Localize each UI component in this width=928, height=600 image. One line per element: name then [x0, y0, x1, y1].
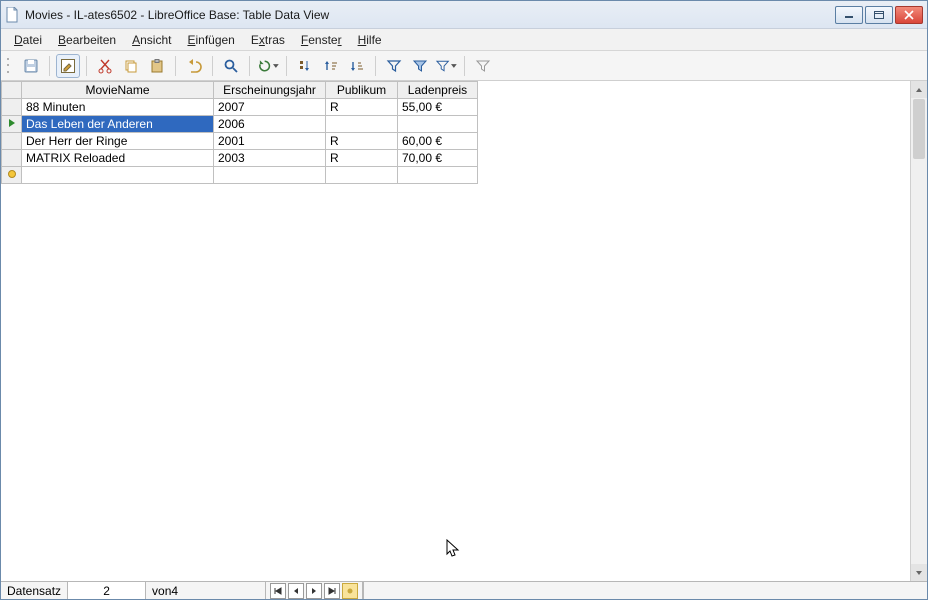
cell-moviename[interactable] — [22, 167, 214, 184]
cell-publikum[interactable]: R — [326, 150, 398, 167]
column-header-erscheinungsjahr[interactable]: Erscheinungsjahr — [214, 82, 326, 99]
menu-fenster[interactable]: Fenster — [294, 31, 349, 49]
scroll-down-button[interactable] — [911, 564, 927, 581]
maximize-button[interactable] — [865, 6, 893, 24]
table-row[interactable]: 88 Minuten 2007 R 55,00 € — [2, 99, 478, 116]
new-row-icon — [7, 169, 17, 179]
sort-dialog-button[interactable] — [293, 54, 317, 78]
menu-bearbeiten[interactable]: Bearbeiten — [51, 31, 123, 49]
save-button[interactable] — [19, 54, 43, 78]
next-record-button[interactable] — [306, 583, 322, 599]
cell-moviename[interactable]: MATRIX Reloaded — [22, 150, 214, 167]
row-marker-current[interactable] — [2, 116, 22, 133]
menu-extras[interactable]: Extras — [244, 31, 292, 49]
corner-cell[interactable] — [2, 82, 22, 99]
separator — [86, 56, 87, 76]
scroll-thumb[interactable] — [913, 99, 925, 159]
cell-year[interactable]: 2001 — [214, 133, 326, 150]
record-number-input[interactable]: 2 — [68, 582, 146, 599]
mouse-cursor-icon — [446, 539, 462, 559]
autofilter-button[interactable] — [382, 54, 406, 78]
cell-price[interactable]: 55,00 € — [398, 99, 478, 116]
cell-year[interactable] — [214, 167, 326, 184]
cut-button[interactable] — [93, 54, 117, 78]
table-row[interactable]: Der Herr der Ringe 2001 R 60,00 € — [2, 133, 478, 150]
sort-asc-button[interactable] — [319, 54, 343, 78]
column-header-ladenpreis[interactable]: Ladenpreis — [398, 82, 478, 99]
table-row[interactable]: MATRIX Reloaded 2003 R 70,00 € — [2, 150, 478, 167]
menu-hilfe[interactable]: Hilfe — [351, 31, 389, 49]
app-window: Movies - IL-ates6502 - LibreOffice Base:… — [0, 0, 928, 600]
row-marker[interactable] — [2, 150, 22, 167]
undo-button[interactable] — [182, 54, 206, 78]
cell-year[interactable]: 2003 — [214, 150, 326, 167]
row-marker[interactable] — [2, 133, 22, 150]
last-record-button[interactable] — [324, 583, 340, 599]
new-record-row[interactable] — [2, 167, 478, 184]
table-row[interactable]: Das Leben der Anderen 2006 — [2, 116, 478, 133]
cell-moviename[interactable]: 88 Minuten — [22, 99, 214, 116]
document-icon — [5, 7, 19, 23]
titlebar: Movies - IL-ates6502 - LibreOffice Base:… — [1, 1, 927, 29]
separator — [464, 56, 465, 76]
current-row-icon — [7, 118, 17, 128]
separator — [249, 56, 250, 76]
cell-year[interactable]: 2007 — [214, 99, 326, 116]
separator — [286, 56, 287, 76]
remove-filter-button[interactable] — [471, 54, 495, 78]
new-record-button[interactable] — [342, 583, 358, 599]
cell-moviename[interactable]: Der Herr der Ringe — [22, 133, 214, 150]
menubar: Datei Bearbeiten Ansicht Einfügen Extras… — [1, 29, 927, 51]
menu-datei[interactable]: Datei — [7, 31, 49, 49]
minimize-button[interactable] — [835, 6, 863, 24]
toolbar-handle[interactable] — [7, 56, 13, 76]
refresh-button[interactable] — [256, 54, 280, 78]
window-title: Movies - IL-ates6502 - LibreOffice Base:… — [25, 8, 833, 22]
sort-desc-button[interactable] — [345, 54, 369, 78]
data-grid[interactable]: MovieName Erscheinungsjahr Publikum Lade… — [1, 81, 478, 184]
record-total: von 4 — [146, 582, 266, 599]
separator — [375, 56, 376, 76]
column-header-moviename[interactable]: MovieName — [22, 82, 214, 99]
paste-button[interactable] — [145, 54, 169, 78]
cell-publikum[interactable] — [326, 116, 398, 133]
first-record-button[interactable] — [270, 583, 286, 599]
row-marker[interactable] — [2, 99, 22, 116]
cell-moviename[interactable]: Das Leben der Anderen — [22, 116, 214, 133]
cell-price[interactable]: 60,00 € — [398, 133, 478, 150]
scroll-up-button[interactable] — [911, 81, 927, 98]
separator — [175, 56, 176, 76]
row-marker-new[interactable] — [2, 167, 22, 184]
cell-publikum[interactable] — [326, 167, 398, 184]
cell-publikum[interactable]: R — [326, 133, 398, 150]
table-data-view[interactable]: MovieName Erscheinungsjahr Publikum Lade… — [1, 81, 927, 581]
edit-data-button[interactable] — [56, 54, 80, 78]
record-navigator: Datensatz 2 von 4 — [1, 581, 927, 599]
standard-filter-button[interactable] — [434, 54, 458, 78]
cell-price[interactable] — [398, 167, 478, 184]
separator — [49, 56, 50, 76]
toolbar — [1, 51, 927, 81]
menu-einfuegen[interactable]: Einfügen — [180, 31, 241, 49]
navigator-label: Datensatz — [1, 582, 68, 599]
cell-price[interactable]: 70,00 € — [398, 150, 478, 167]
column-header-publikum[interactable]: Publikum — [326, 82, 398, 99]
close-button[interactable] — [895, 6, 923, 24]
header-row: MovieName Erscheinungsjahr Publikum Lade… — [2, 82, 478, 99]
cell-year[interactable]: 2006 — [214, 116, 326, 133]
menu-ansicht[interactable]: Ansicht — [125, 31, 178, 49]
prev-record-button[interactable] — [288, 583, 304, 599]
separator — [212, 56, 213, 76]
cell-publikum[interactable]: R — [326, 99, 398, 116]
copy-button[interactable] — [119, 54, 143, 78]
navigator-spacer — [363, 582, 927, 599]
cell-price[interactable] — [398, 116, 478, 133]
apply-filter-button[interactable] — [408, 54, 432, 78]
vertical-scrollbar[interactable] — [910, 81, 927, 581]
find-button[interactable] — [219, 54, 243, 78]
